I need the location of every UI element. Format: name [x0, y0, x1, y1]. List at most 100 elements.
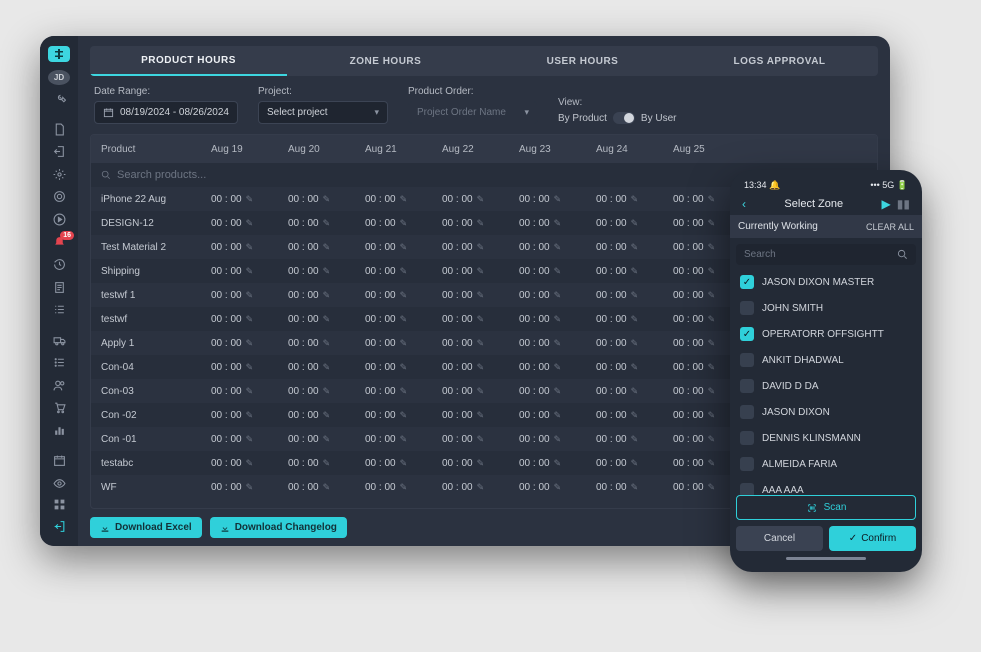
- person-item[interactable]: ✓JASON DIXON MASTER: [736, 269, 916, 295]
- hours-cell[interactable]: 00 : 00✎: [288, 434, 365, 445]
- hours-cell[interactable]: 00 : 00✎: [596, 266, 673, 277]
- play-icon[interactable]: ▶: [882, 197, 891, 211]
- hours-cell[interactable]: 00 : 00✎: [365, 410, 442, 421]
- hours-cell[interactable]: 00 : 00✎: [519, 290, 596, 301]
- hours-cell[interactable]: 00 : 00✎: [442, 266, 519, 277]
- hours-cell[interactable]: 00 : 00✎: [365, 482, 442, 493]
- hours-cell[interactable]: 00 : 00✎: [211, 242, 288, 253]
- checkbox-icon[interactable]: ✓: [740, 275, 754, 289]
- product-order-input[interactable]: Project Order Name: [408, 101, 538, 124]
- hours-cell[interactable]: 00 : 00✎: [442, 458, 519, 469]
- hours-cell[interactable]: 00 : 00✎: [288, 458, 365, 469]
- checkbox-icon[interactable]: ✓: [740, 327, 754, 341]
- tab-product-hours[interactable]: PRODUCT HOURS: [90, 46, 287, 76]
- hours-cell[interactable]: 00 : 00✎: [211, 194, 288, 205]
- hours-cell[interactable]: 00 : 00✎: [442, 242, 519, 253]
- hours-cell[interactable]: 00 : 00✎: [365, 386, 442, 397]
- date-range-input[interactable]: 08/19/2024 - 08/26/2024: [94, 101, 238, 124]
- hours-cell[interactable]: 00 : 00✎: [596, 218, 673, 229]
- checkbox-icon[interactable]: [740, 431, 754, 445]
- hours-cell[interactable]: 00 : 00✎: [288, 266, 365, 277]
- gear-icon[interactable]: [46, 165, 72, 184]
- history-icon[interactable]: [46, 255, 72, 274]
- hours-cell[interactable]: 00 : 00✎: [211, 410, 288, 421]
- hours-cell[interactable]: 00 : 00✎: [596, 194, 673, 205]
- hours-cell[interactable]: 00 : 00✎: [211, 266, 288, 277]
- hours-cell[interactable]: 00 : 00✎: [288, 194, 365, 205]
- hours-cell[interactable]: 00 : 00✎: [519, 218, 596, 229]
- download-changelog-button[interactable]: Download Changelog: [210, 517, 347, 538]
- avatar[interactable]: JD: [48, 70, 70, 86]
- menu-icon[interactable]: [46, 353, 72, 372]
- hours-cell[interactable]: 00 : 00✎: [211, 338, 288, 349]
- hours-cell[interactable]: 00 : 00✎: [596, 410, 673, 421]
- hours-cell[interactable]: 00 : 00✎: [519, 458, 596, 469]
- hours-cell[interactable]: 00 : 00✎: [596, 290, 673, 301]
- hours-cell[interactable]: 00 : 00✎: [288, 386, 365, 397]
- checkbox-icon[interactable]: [740, 483, 754, 495]
- tab-zone-hours[interactable]: ZONE HOURS: [287, 46, 484, 76]
- project-select[interactable]: Select project: [258, 101, 388, 124]
- target-icon[interactable]: [46, 188, 72, 207]
- hours-cell[interactable]: 00 : 00✎: [519, 386, 596, 397]
- hours-cell[interactable]: 00 : 00✎: [365, 266, 442, 277]
- hours-cell[interactable]: 00 : 00✎: [442, 314, 519, 325]
- calendar-icon[interactable]: [46, 452, 72, 471]
- hours-cell[interactable]: 00 : 00✎: [211, 314, 288, 325]
- wrench-icon[interactable]: [46, 89, 72, 108]
- tab-user-hours[interactable]: USER HOURS: [484, 46, 681, 76]
- hours-cell[interactable]: 00 : 00✎: [442, 338, 519, 349]
- hours-cell[interactable]: 00 : 00✎: [442, 362, 519, 373]
- hours-cell[interactable]: 00 : 00✎: [442, 410, 519, 421]
- hours-cell[interactable]: 00 : 00✎: [519, 242, 596, 253]
- list-icon[interactable]: [46, 301, 72, 320]
- logout-icon[interactable]: [46, 517, 72, 536]
- hours-cell[interactable]: 00 : 00✎: [365, 458, 442, 469]
- checkbox-icon[interactable]: [740, 405, 754, 419]
- hours-cell[interactable]: 00 : 00✎: [365, 194, 442, 205]
- hours-cell[interactable]: 00 : 00✎: [365, 338, 442, 349]
- scan-button[interactable]: Scan: [736, 495, 916, 520]
- chart-icon[interactable]: [46, 421, 72, 440]
- hours-cell[interactable]: 00 : 00✎: [288, 314, 365, 325]
- hours-cell[interactable]: 00 : 00✎: [365, 290, 442, 301]
- grid-icon[interactable]: [46, 495, 72, 514]
- hours-cell[interactable]: 00 : 00✎: [211, 386, 288, 397]
- hours-cell[interactable]: 00 : 00✎: [519, 362, 596, 373]
- checkbox-icon[interactable]: [740, 353, 754, 367]
- bell-icon[interactable]: 16: [46, 233, 72, 252]
- hours-cell[interactable]: 00 : 00✎: [365, 362, 442, 373]
- hours-cell[interactable]: 00 : 00✎: [288, 338, 365, 349]
- person-item[interactable]: ✓OPERATORR OFFSIGHTT: [736, 321, 916, 347]
- person-item[interactable]: DENNIS KLINSMANN: [736, 425, 916, 451]
- person-item[interactable]: JOHN SMITH: [736, 295, 916, 321]
- hours-cell[interactable]: 00 : 00✎: [519, 314, 596, 325]
- hours-cell[interactable]: 00 : 00✎: [288, 362, 365, 373]
- hours-cell[interactable]: 00 : 00✎: [596, 362, 673, 373]
- hours-cell[interactable]: 00 : 00✎: [288, 218, 365, 229]
- hours-cell[interactable]: 00 : 00✎: [365, 314, 442, 325]
- hours-cell[interactable]: 00 : 00✎: [211, 362, 288, 373]
- hours-cell[interactable]: 00 : 00✎: [211, 434, 288, 445]
- hours-cell[interactable]: 00 : 00✎: [442, 218, 519, 229]
- hours-cell[interactable]: 00 : 00✎: [596, 482, 673, 493]
- hours-cell[interactable]: 00 : 00✎: [365, 218, 442, 229]
- hours-cell[interactable]: 00 : 00✎: [442, 290, 519, 301]
- switch-icon[interactable]: [613, 112, 635, 124]
- exit-icon[interactable]: [46, 142, 72, 161]
- hours-cell[interactable]: 00 : 00✎: [596, 434, 673, 445]
- hours-cell[interactable]: 00 : 00✎: [442, 434, 519, 445]
- clear-all-button[interactable]: CLEAR ALL: [866, 222, 914, 232]
- barcode-icon[interactable]: ▮▮: [897, 197, 910, 211]
- doc-icon[interactable]: [46, 120, 72, 139]
- hours-cell[interactable]: 00 : 00✎: [442, 386, 519, 397]
- hours-cell[interactable]: 00 : 00✎: [365, 434, 442, 445]
- hours-cell[interactable]: 00 : 00✎: [211, 218, 288, 229]
- hours-cell[interactable]: 00 : 00✎: [596, 458, 673, 469]
- hours-cell[interactable]: 00 : 00✎: [442, 482, 519, 493]
- hours-cell[interactable]: 00 : 00✎: [596, 314, 673, 325]
- checkbox-icon[interactable]: [740, 457, 754, 471]
- hours-cell[interactable]: 00 : 00✎: [288, 482, 365, 493]
- hours-cell[interactable]: 00 : 00✎: [442, 194, 519, 205]
- view-toggle[interactable]: By Product By User: [558, 112, 676, 124]
